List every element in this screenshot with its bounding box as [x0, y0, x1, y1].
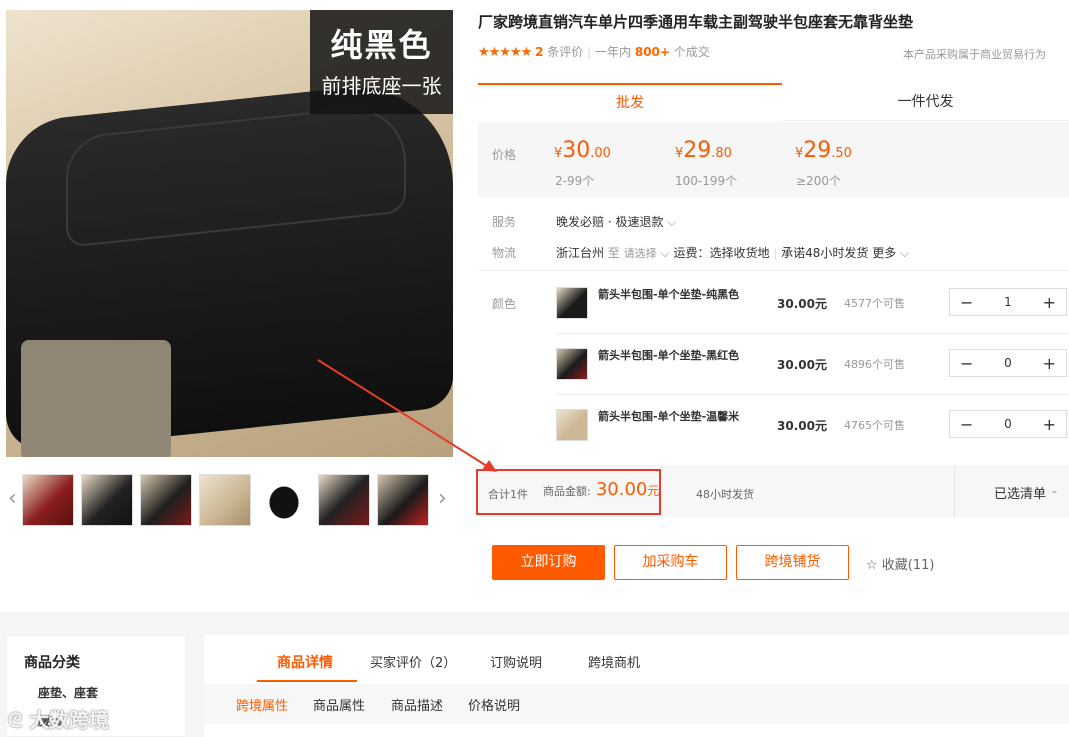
year-prefix: 一年内 — [595, 45, 632, 59]
star-rating-icon: ★★★★★ — [478, 45, 532, 60]
variant-thumbnail[interactable] — [556, 287, 588, 319]
plus-button[interactable]: + — [1043, 415, 1056, 434]
thumbnail[interactable] — [81, 474, 133, 526]
quantity-stepper[interactable]: − 1 + — [949, 288, 1067, 316]
subtab-description[interactable]: 商品描述 — [391, 695, 443, 714]
category-title: 商品分类 — [24, 655, 80, 671]
price-tier-2: ¥29.80 — [675, 138, 732, 163]
logistics-row: 浙江台州 至 请选择 ⌵ 运费：选择收货地 | 承诺48小时发货 更多 ⌵ — [556, 246, 910, 260]
color-label: 颜色 — [492, 297, 517, 311]
tab-reviews[interactable]: 买家评价（2） — [370, 652, 456, 671]
quantity-stepper[interactable]: − 0 + — [949, 349, 1067, 377]
total-highlight-box — [476, 469, 661, 515]
price-tier-3-qty: ≥200个 — [796, 174, 841, 188]
order-now-button[interactable]: 立即订购 — [492, 545, 605, 580]
variant-stock: 4896个可售 — [844, 358, 905, 371]
review-suffix[interactable]: 条评价 — [547, 45, 583, 59]
tab-wholesale[interactable]: 批发 — [478, 83, 782, 121]
chevron-down-icon: ⌵ — [667, 215, 677, 229]
divider — [556, 394, 1069, 395]
chevron-down-icon[interactable]: ⌵ — [900, 246, 909, 260]
price-tier-1-qty: 2-99个 — [555, 174, 595, 188]
star-outline-icon: ☆ — [866, 558, 878, 573]
divider — [556, 333, 1069, 334]
quantity-value[interactable]: 0 — [1004, 417, 1012, 431]
thumbnail[interactable] — [318, 474, 370, 526]
thumbnail[interactable] — [199, 474, 251, 526]
variant-thumbnail[interactable] — [556, 409, 588, 441]
chevron-down-icon[interactable]: ⌵ — [661, 246, 670, 260]
rating-row: ★★★★★ 2 条评价 | 一年内 800+ 个成交 — [478, 45, 710, 60]
price-label: 价格 — [492, 148, 517, 162]
variant-price: 30.00元 — [777, 297, 827, 311]
subtab-product-attrs[interactable]: 商品属性 — [313, 695, 365, 714]
subtab-price-info[interactable]: 价格说明 — [468, 695, 520, 714]
image-tag-desc: 前排底座一张 — [321, 74, 442, 98]
variant-name: 箭头半包围-单个坐垫-纯黑色 — [598, 288, 740, 301]
price-box: 价格 ¥30.00 2-99个 ¥29.80 100-199个 ¥29.50 ≥… — [478, 122, 1069, 197]
destination-select[interactable]: 请选择 — [624, 247, 657, 260]
tab-order-info[interactable]: 订购说明 — [490, 652, 542, 671]
selected-list-toggle[interactable]: 已选清单 ⌃ — [994, 483, 1059, 502]
chevron-up-icon: ⌃ — [1050, 490, 1059, 501]
quantity-value[interactable]: 1 — [1004, 295, 1012, 309]
variant-name: 箭头半包围-单个坐垫-黑红色 — [598, 349, 740, 362]
logo-icon: ᘓ — [8, 708, 23, 732]
review-count[interactable]: 2 — [535, 45, 543, 59]
year-count: 800+ — [634, 45, 670, 59]
ship-time: 48小时发货 — [696, 488, 754, 501]
variant-price: 30.00元 — [777, 358, 827, 372]
service-value[interactable]: 晚发必赔 · 极速退款 ⌵ — [556, 213, 676, 230]
thumbnail[interactable] — [140, 474, 192, 526]
price-tier-3: ¥29.50 — [795, 138, 852, 163]
service-label: 服务 — [492, 215, 517, 229]
divider — [954, 465, 955, 517]
variant-stock: 4765个可售 — [844, 419, 905, 432]
quantity-stepper[interactable]: − 0 + — [949, 410, 1067, 438]
variant-thumbnail[interactable] — [556, 348, 588, 380]
watermark: ᘓ 大数跨境 — [8, 708, 110, 732]
year-suffix: 个成交 — [673, 45, 710, 59]
logistics-label: 物流 — [492, 246, 517, 260]
plus-button[interactable]: + — [1043, 293, 1056, 312]
minus-button[interactable]: − — [960, 354, 973, 373]
seat-side-panel — [21, 340, 171, 457]
plus-button[interactable]: + — [1043, 354, 1056, 373]
subtab-crossborder-attrs[interactable]: 跨境属性 — [236, 695, 288, 714]
thumbnail[interactable] — [22, 474, 74, 526]
logistics-origin: 浙江台州 — [556, 246, 605, 260]
tab-product-detail[interactable]: 商品详情 — [277, 652, 333, 672]
image-tag: 纯黑色 前排底座一张 — [310, 10, 453, 114]
trade-note: 本产品采购属于商业贸易行为 — [903, 48, 1046, 61]
variant-price: 30.00元 — [777, 419, 827, 433]
variant-stock: 4577个可售 — [844, 297, 905, 310]
divider — [478, 270, 1069, 271]
price-tier-1: ¥30.00 — [554, 138, 611, 163]
logistics-more[interactable]: 更多 — [872, 246, 896, 260]
minus-button[interactable]: − — [960, 415, 973, 434]
thumbnail[interactable] — [377, 474, 429, 526]
active-tab-indicator — [257, 680, 357, 682]
quantity-value[interactable]: 0 — [1004, 356, 1012, 370]
thumb-next-icon[interactable]: › — [438, 486, 447, 511]
minus-button[interactable]: − — [960, 293, 973, 312]
thumbnail[interactable] — [258, 474, 310, 526]
thumb-prev-icon[interactable]: ‹ — [8, 486, 17, 511]
category-item[interactable]: 座垫、座套 — [38, 684, 98, 701]
crossborder-button[interactable]: 跨境铺货 — [736, 545, 849, 580]
price-tier-2-qty: 100-199个 — [675, 174, 738, 188]
tab-crossborder[interactable]: 跨境商机 — [588, 652, 640, 671]
image-tag-color: 纯黑色 — [330, 26, 433, 64]
product-title: 厂家跨境直销汽车单片四季通用车载主副驾驶半包座套无靠背坐垫 — [478, 13, 914, 31]
ship-promise: 承诺48小时发货 — [781, 246, 869, 260]
add-to-cart-button[interactable]: 加采购车 — [614, 545, 727, 580]
favorite-button[interactable]: ☆ 收藏(11) — [866, 554, 934, 573]
tab-dropship[interactable]: 一件代发 — [782, 83, 1069, 121]
main-product-image[interactable]: 纯黑色 前排底座一张 — [6, 10, 453, 457]
shipping-fee: 运费：选择收货地 — [673, 246, 770, 260]
variant-name: 箭头半包围-单个坐垫-温馨米 — [598, 410, 740, 423]
